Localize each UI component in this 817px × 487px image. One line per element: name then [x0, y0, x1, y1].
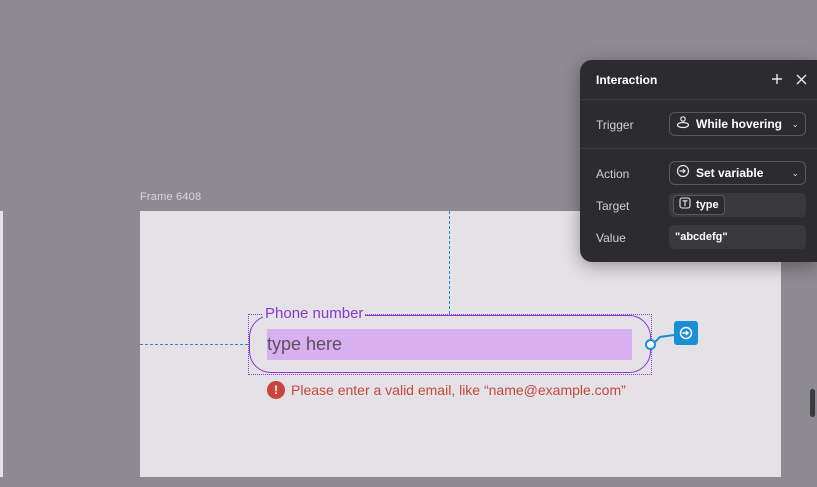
scrollbar-thumb[interactable] [810, 389, 815, 417]
value-field[interactable]: "abcdefg" [669, 225, 806, 249]
chevron-down-icon: ⌄ [791, 118, 799, 129]
hover-icon [676, 115, 690, 134]
trigger-value: While hovering [696, 117, 783, 131]
chevron-down-icon: ⌄ [791, 167, 799, 178]
action-dropdown[interactable]: Set variable ⌄ [669, 161, 806, 185]
panel-title: Interaction [596, 73, 658, 87]
text-variable-icon [679, 196, 691, 214]
field-label: Phone number [263, 305, 366, 322]
panel-divider [580, 148, 817, 149]
frame-label[interactable]: Frame 6408 [140, 191, 201, 203]
target-label: Target [596, 199, 630, 213]
adjacent-frame-edge[interactable] [0, 211, 3, 477]
target-variable-chip[interactable]: type [673, 195, 725, 215]
action-value: Set variable [696, 166, 764, 180]
value-label: Value [596, 231, 626, 245]
horizontal-guide-line [140, 344, 248, 345]
set-variable-icon [676, 164, 690, 183]
phone-number-input[interactable] [267, 329, 632, 360]
interaction-target-icon[interactable] [674, 321, 698, 345]
plus-icon[interactable] [768, 70, 786, 88]
trigger-label: Trigger [596, 118, 634, 132]
value-text: "abcdefg" [675, 231, 728, 243]
connector-handle[interactable] [645, 339, 656, 350]
panel-header: Interaction [580, 60, 817, 100]
error-message-row: ! Please enter a valid email, like “name… [267, 381, 626, 399]
action-label: Action [596, 167, 630, 181]
target-field[interactable]: type [669, 193, 806, 217]
trigger-dropdown[interactable]: While hovering ⌄ [669, 112, 806, 136]
error-text: Please enter a valid email, like “name@e… [291, 382, 626, 398]
target-value: type [696, 199, 719, 211]
vertical-guide-line [449, 211, 450, 314]
connector-line [654, 334, 675, 343]
error-icon: ! [267, 381, 285, 399]
close-icon[interactable] [792, 70, 810, 88]
